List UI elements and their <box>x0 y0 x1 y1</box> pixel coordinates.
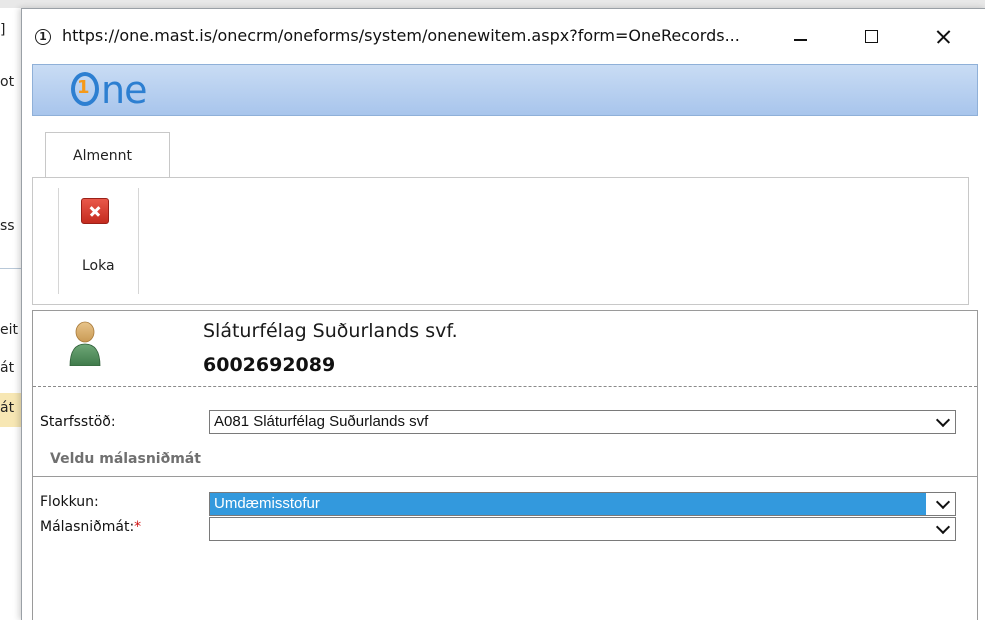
background-fragment: eit <box>0 322 18 338</box>
new-item-dialog: 1 https://one.mast.is/onecrm/oneforms/sy… <box>21 8 985 620</box>
background-top-band <box>0 0 985 8</box>
company-name: Sláturfélag Suðurlands svf. <box>203 320 458 342</box>
section-title: Veldu málasniðmát <box>50 451 201 467</box>
logo-mark: 1 <box>77 77 90 98</box>
category-value: Umdæmisstofur <box>214 495 320 512</box>
close-window-button[interactable] <box>921 19 965 55</box>
minimize-button[interactable] <box>778 19 822 55</box>
template-label: Málasniðmát:* <box>40 519 141 535</box>
workplace-value: A081 Sláturfélag Suðurlands svf <box>214 413 429 430</box>
background-fragment: ss <box>0 218 15 234</box>
category-label: Flokkun: <box>40 494 99 510</box>
ribbon-group-separator <box>138 188 139 294</box>
ribbon-panel: Loka <box>32 177 969 305</box>
chevron-down-icon <box>935 414 951 430</box>
window-url: https://one.mast.is/onecrm/oneforms/syst… <box>62 26 740 45</box>
site-info-icon[interactable]: 1 <box>35 29 51 45</box>
ribbon-group-separator <box>58 188 59 294</box>
logo-text: ne <box>101 68 147 112</box>
company-id: 6002692089 <box>203 354 336 376</box>
close-form-label: Loka <box>82 258 115 274</box>
background-fragment: ot <box>0 74 15 90</box>
title-bar[interactable]: 1 https://one.mast.is/onecrm/oneforms/sy… <box>22 9 985 64</box>
template-label-text: Málasniðmát: <box>40 519 135 535</box>
chevron-down-icon <box>935 496 951 512</box>
tab-almennt[interactable]: Almennt <box>45 132 170 178</box>
person-icon <box>69 321 101 366</box>
maximize-button[interactable] <box>849 19 893 55</box>
chevron-down-icon <box>935 521 951 537</box>
background-fragment: át <box>0 400 15 416</box>
required-marker: * <box>134 519 142 535</box>
close-form-button[interactable]: Loka <box>68 196 128 286</box>
close-icon <box>81 198 109 224</box>
workplace-select[interactable]: A081 Sláturfélag Suðurlands svf <box>209 410 956 434</box>
tab-label: Almennt <box>73 148 132 164</box>
background-fragment: át <box>0 360 15 376</box>
header-separator <box>33 386 977 387</box>
section-separator <box>33 476 977 477</box>
app-header: 1 ne <box>32 64 978 116</box>
form-content: Sláturfélag Suðurlands svf. 6002692089 S… <box>32 310 978 620</box>
background-fragment: ] <box>0 22 6 38</box>
workplace-label: Starfsstöð: <box>40 414 116 430</box>
template-select[interactable] <box>209 517 956 541</box>
category-select[interactable]: Umdæmisstofur <box>209 492 956 516</box>
